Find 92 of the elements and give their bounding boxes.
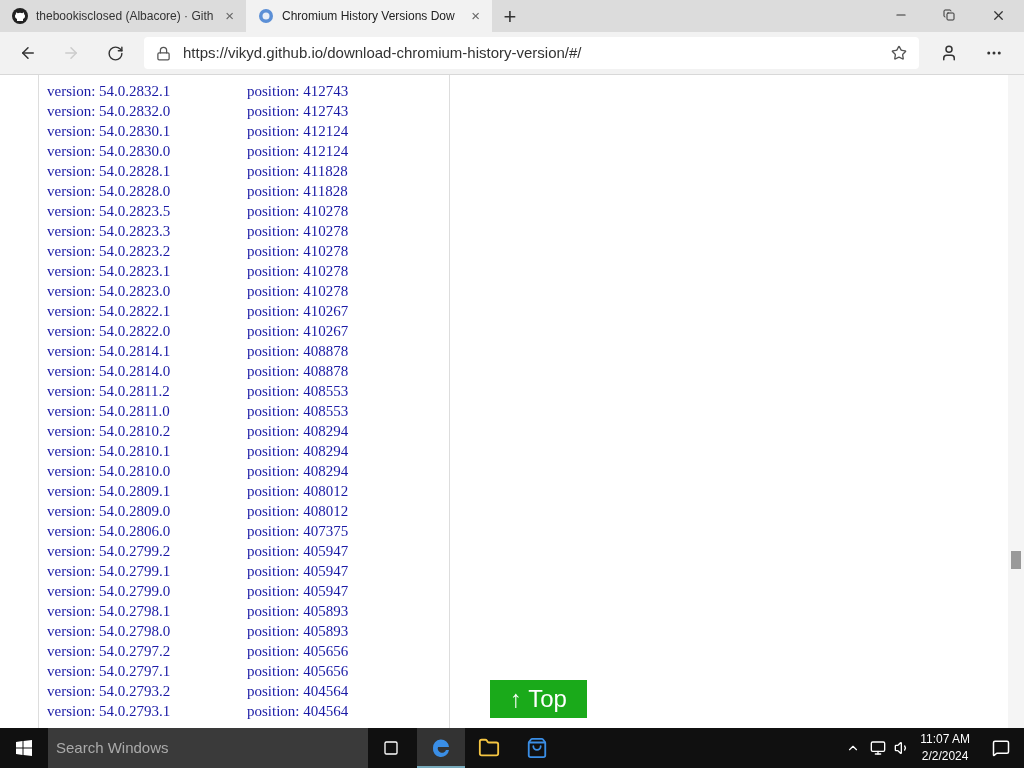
position-text: position: 404564 — [247, 701, 349, 721]
position-text: position: 412124 — [247, 121, 349, 141]
version-text: version: 54.0.2809.1 — [47, 481, 172, 501]
version-text: version: 54.0.2814.1 — [47, 341, 172, 361]
close-icon[interactable] — [991, 8, 1006, 23]
version-text: version: 54.0.2832.1 — [47, 81, 172, 101]
profile-icon[interactable] — [940, 44, 958, 62]
position-text: position: 405947 — [247, 541, 349, 561]
version-text: version: 54.0.2810.1 — [47, 441, 172, 461]
position-text: position: 412743 — [247, 101, 349, 121]
position-text: position: 410278 — [247, 241, 349, 261]
version-text: version: 54.0.2809.0 — [47, 501, 172, 521]
version-text: version: 54.0.2823.3 — [47, 221, 172, 241]
refresh-icon[interactable] — [107, 44, 124, 62]
position-text: position: 410267 — [247, 321, 349, 341]
version-text: version: 54.0.2798.0 — [47, 621, 172, 641]
position-text: position: 405893 — [247, 621, 349, 641]
position-text: position: 408294 — [247, 461, 349, 481]
browser-tab[interactable]: Chromium History Versions Dow × — [246, 0, 492, 32]
version-text: version: 54.0.2823.2 — [47, 241, 172, 261]
version-text: version: 54.0.2797.1 — [47, 661, 172, 681]
version-text: version: 54.0.2814.0 — [47, 361, 172, 381]
version-text: version: 54.0.2810.2 — [47, 421, 172, 441]
position-text: position: 407375 — [247, 521, 349, 541]
version-text: version: 54.0.2832.0 — [47, 101, 172, 121]
version-text: version: 54.0.2811.2 — [47, 381, 171, 401]
folder-icon[interactable] — [478, 737, 500, 759]
position-text: position: 405947 — [247, 581, 349, 601]
position-text: position: 412743 — [247, 81, 349, 101]
globe-icon — [258, 8, 274, 24]
position-text: position: 408878 — [247, 361, 349, 381]
version-text: version: 54.0.2830.1 — [47, 121, 172, 141]
position-text: position: 405656 — [247, 661, 349, 681]
lock-icon — [156, 45, 171, 61]
version-text: version: 54.0.2806.0 — [47, 521, 172, 541]
tab-title: Chromium History Versions Dow — [282, 8, 456, 25]
task-view-icon[interactable] — [383, 740, 399, 756]
position-text: position: 411828 — [247, 161, 348, 181]
position-text: position: 412124 — [247, 141, 349, 161]
address-bar[interactable]: https://vikyd.github.io/download-chromium-history-version/#/ — [144, 37, 919, 69]
version-text: version: 54.0.2799.1 — [47, 561, 172, 581]
position-text: position: 408012 — [247, 501, 349, 521]
search-field[interactable]: Search Windows — [48, 728, 368, 768]
position-text: position: 410267 — [247, 301, 349, 321]
favorite-icon[interactable] — [891, 45, 907, 61]
restore-icon[interactable] — [943, 9, 955, 21]
position-text: position: 405893 — [247, 601, 349, 621]
position-text: position: 411828 — [247, 181, 348, 201]
version-text: version: 54.0.2828.0 — [47, 181, 172, 201]
version-text: version: 54.0.2822.0 — [47, 321, 172, 341]
github-icon — [12, 8, 28, 24]
version-text: version: 54.0.2830.0 — [47, 141, 172, 161]
position-text: position: 410278 — [247, 281, 349, 301]
url-text: https://vikyd.github.io/download-chromium-history-version/#/ — [183, 42, 583, 63]
position-text: position: 405947 — [247, 561, 349, 581]
scrollbar[interactable] — [1008, 75, 1024, 728]
clock-date: 2/2/2024 — [921, 748, 969, 765]
position-text: position: 410278 — [247, 201, 349, 221]
position-text: position: 410278 — [247, 261, 349, 281]
edge-taskbar-button[interactable] — [417, 728, 465, 768]
windows-icon — [16, 740, 32, 756]
position-text: position: 410278 — [247, 221, 349, 241]
position-text: position: 405656 — [247, 641, 349, 661]
back-icon[interactable] — [19, 44, 37, 62]
version-text: version: 54.0.2798.1 — [47, 601, 172, 621]
position-text: position: 408294 — [247, 421, 349, 441]
version-text: version: 54.0.2828.1 — [47, 161, 172, 181]
version-text: version: 54.0.2793.2 — [47, 681, 172, 701]
store-icon[interactable] — [526, 737, 548, 759]
version-text: version: 54.0.2823.1 — [47, 261, 172, 281]
tab-title: thebookisclosed (Albacore) · Gith — [36, 8, 215, 25]
version-text: version: 54.0.2823.0 — [47, 281, 172, 301]
notifications-icon[interactable] — [992, 739, 1010, 757]
tab-close[interactable]: × — [225, 4, 234, 28]
version-text: version: 54.0.2797.2 — [47, 641, 172, 661]
version-text: version: 54.0.2793.1 — [47, 701, 172, 721]
version-text: version: 54.0.2799.0 — [47, 581, 172, 601]
position-text: position: 408012 — [247, 481, 349, 501]
version-text: version: 54.0.2810.0 — [47, 461, 172, 481]
version-text: version: 54.0.2799.2 — [47, 541, 172, 561]
position-text: position: 404564 — [247, 681, 349, 701]
position-text: position: 408553 — [247, 401, 349, 421]
new-tab-button[interactable]: + — [492, 0, 528, 32]
version-text: version: 54.0.2811.0 — [47, 401, 171, 421]
clock-time: 11:07 AM — [920, 731, 970, 748]
position-text: position: 408553 — [247, 381, 349, 401]
position-text: position: 408294 — [247, 441, 349, 461]
version-text: version: 54.0.2823.5 — [47, 201, 172, 221]
tab-close[interactable]: × — [471, 4, 480, 28]
version-text: version: 54.0.2822.1 — [47, 301, 172, 321]
network-icon[interactable] — [870, 740, 887, 756]
position-text: position: 408878 — [247, 341, 349, 361]
